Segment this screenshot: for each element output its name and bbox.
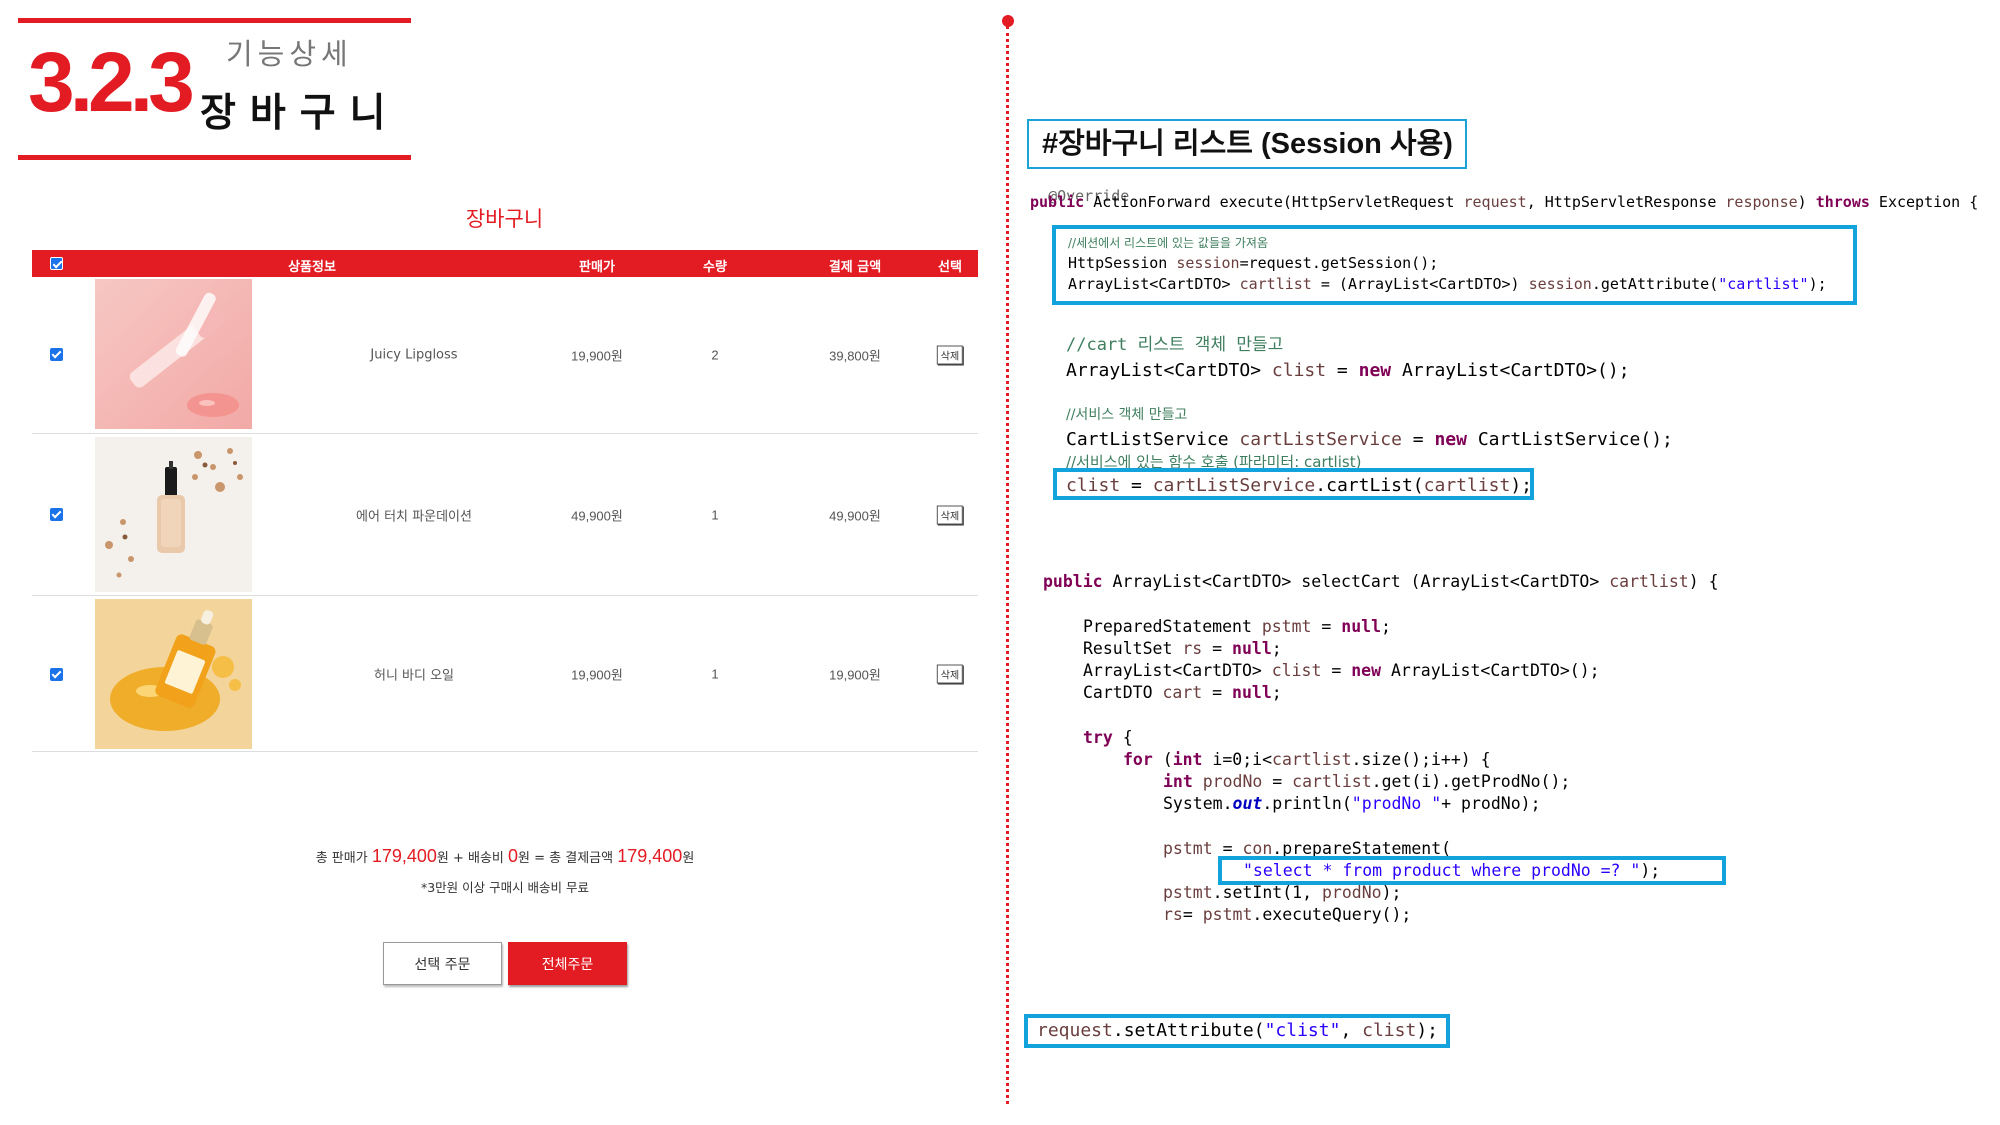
code-line: CartListService cartListService = new Ca… xyxy=(1066,429,1673,450)
item-total: 49,900원 xyxy=(829,508,881,524)
vertical-divider xyxy=(1006,26,1009,1104)
item-name[interactable]: 에어 터치 파운데이션 xyxy=(356,506,472,525)
item-qty: 1 xyxy=(711,666,719,682)
item-total: 39,800원 xyxy=(829,348,881,364)
summary-label-total: 원 = 총 결제금액 xyxy=(518,851,614,866)
item-name[interactable]: Juicy Lipgloss xyxy=(370,348,457,363)
delete-button[interactable]: 삭제 xyxy=(936,664,964,684)
product-image-lipgloss xyxy=(95,279,252,429)
summary-total: 179,400 xyxy=(617,846,683,866)
section-subtitle: 기능상세 xyxy=(226,37,353,71)
highlight-sql-query xyxy=(1218,856,1726,885)
item-checkbox[interactable] xyxy=(50,348,63,361)
item-price: 19,900원 xyxy=(571,348,623,364)
highlight-set-attribute xyxy=(1024,1014,1450,1048)
delete-button[interactable]: 삭제 xyxy=(936,505,964,525)
order-all-button[interactable]: 전체주문 xyxy=(508,942,627,985)
code-line: for (int i=0;i<cartlist.size();i++) { xyxy=(1123,750,1491,769)
execute-signature: public ActionForward execute(HttpServlet… xyxy=(1030,193,1979,211)
product-image-foundation xyxy=(95,437,252,592)
item-checkbox[interactable] xyxy=(50,668,63,681)
code-line: pstmt.setInt(1, prodNo); xyxy=(1163,883,1402,902)
item-total: 19,900원 xyxy=(829,667,881,683)
header-rule-bottom xyxy=(18,155,411,160)
code-comment: //서비스 객체 만들고 xyxy=(1066,407,1188,423)
code-line: ArrayList<CartDTO> clist = new ArrayList… xyxy=(1066,360,1630,381)
col-product: 상품정보 xyxy=(288,260,336,275)
highlight-session-block xyxy=(1052,225,1857,305)
select-all-checkbox[interactable] xyxy=(50,257,63,270)
select-cart-signature: public ArrayList<CartDTO> selectCart (Ar… xyxy=(1043,572,1719,591)
code-line: PreparedStatement pstmt = null; xyxy=(1083,617,1391,636)
cart-item-row: Juicy Lipgloss 19,900원 2 39,800원 삭제 xyxy=(32,277,978,434)
section-number: 3.2.3 xyxy=(28,35,195,129)
cart-item-row: 에어 터치 파운데이션 49,900원 1 49,900원 삭제 xyxy=(32,434,978,596)
section-title: 장바구니 xyxy=(200,91,400,136)
item-qty: 2 xyxy=(711,347,719,363)
item-checkbox[interactable] xyxy=(50,508,63,521)
code-line: CartDTO cart = null; xyxy=(1083,683,1282,702)
item-price: 49,900원 xyxy=(571,508,623,524)
cart-table-header: 상품정보 판매가 수량 결제 금액 선택 xyxy=(32,250,978,277)
summary-label-currency: 원 xyxy=(682,851,695,866)
delete-button[interactable]: 삭제 xyxy=(936,345,964,365)
code-line: int prodNo = cartlist.get(i).getProdNo()… xyxy=(1163,772,1571,791)
cart-heading: 장바구니 xyxy=(465,207,544,231)
cart-table: 상품정보 판매가 수량 결제 금액 선택 Juicy Lipgloss 19,9… xyxy=(32,250,978,752)
summary-subtotal: 179,400 xyxy=(371,846,437,866)
cart-item-row: 허니 바디 오일 19,900원 1 19,900원 삭제 xyxy=(32,596,978,752)
shipping-note: *3만원 이상 구매시 배송비 무료 xyxy=(420,880,590,895)
code-title: #장바구니 리스트 (Session 사용) xyxy=(1027,119,1467,169)
item-name[interactable]: 허니 바디 오일 xyxy=(374,665,454,684)
header-rule-top xyxy=(18,18,411,23)
item-qty: 1 xyxy=(711,507,719,523)
col-total: 결제 금액 xyxy=(828,260,882,275)
col-select: 선택 xyxy=(938,260,962,275)
highlight-cartlist-call xyxy=(1053,468,1534,500)
code-line: rs= pstmt.executeQuery(); xyxy=(1163,905,1412,924)
code-comment: //cart 리스트 객체 만들고 xyxy=(1066,335,1284,355)
select-order-button[interactable]: 선택 주문 xyxy=(383,942,502,985)
code-line: ArrayList<CartDTO> clist = new ArrayList… xyxy=(1083,661,1600,680)
product-image-body-oil xyxy=(95,599,252,749)
col-price: 판매가 xyxy=(579,260,615,275)
summary-label-shipping: 원 + 배송비 xyxy=(436,851,504,866)
order-summary: 총 판매가 179,400원 + 배송비 0원 = 총 결제금액 179,400… xyxy=(32,846,978,867)
col-qty: 수량 xyxy=(703,260,727,275)
item-price: 19,900원 xyxy=(571,667,623,683)
code-line: System.out.println("prodNo "+ prodNo); xyxy=(1163,794,1541,813)
code-line: ResultSet rs = null; xyxy=(1083,639,1282,658)
code-line: try { xyxy=(1083,728,1133,747)
summary-label-subtotal: 총 판매가 xyxy=(315,851,368,866)
summary-shipping: 0 xyxy=(508,846,519,866)
